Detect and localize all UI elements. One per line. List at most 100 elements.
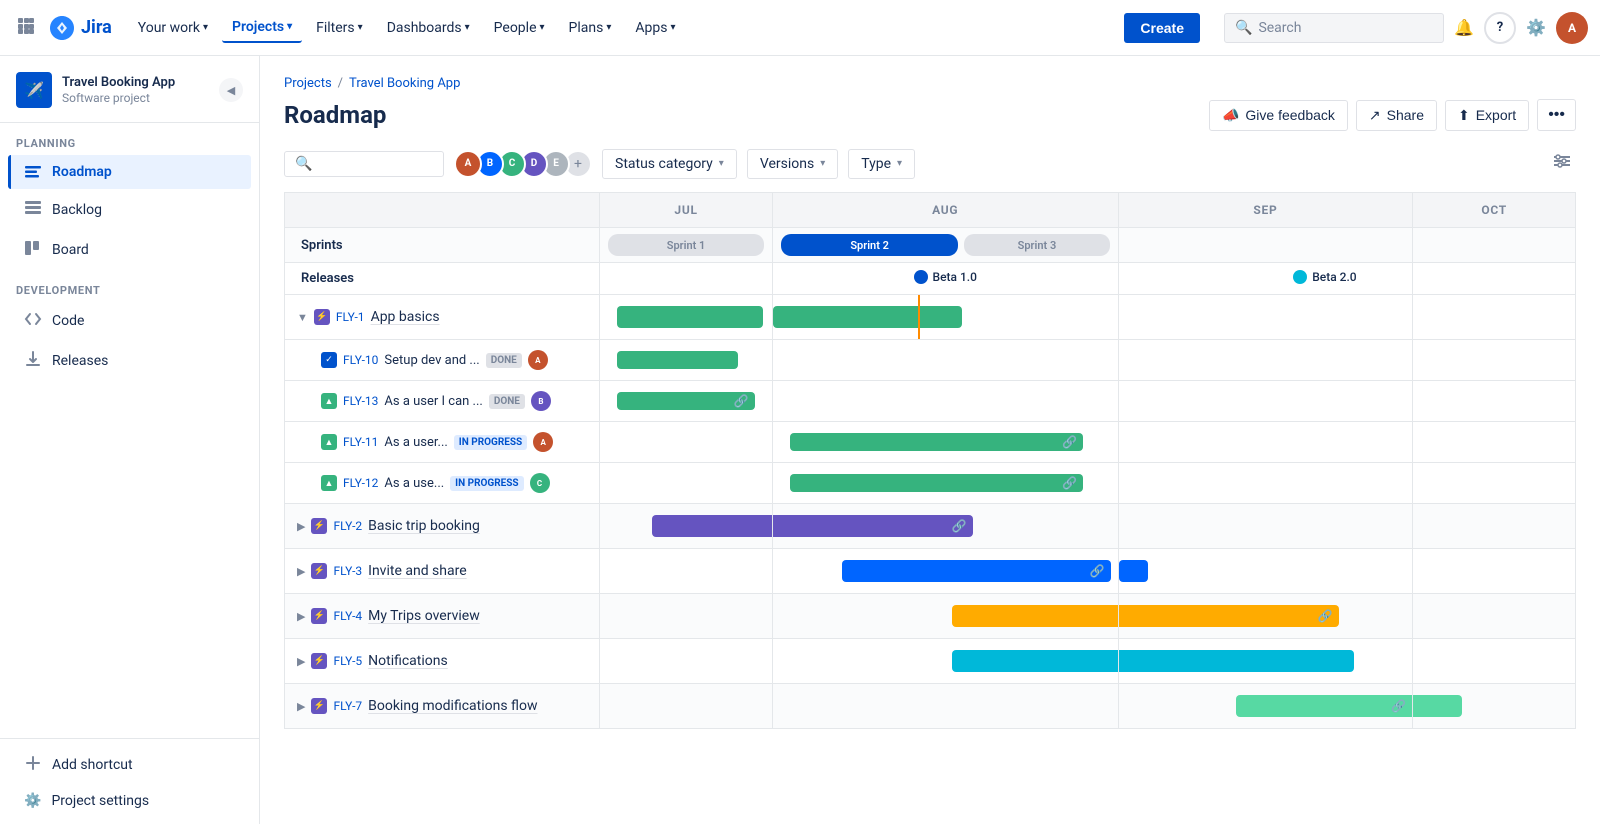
share-icon: ↗ <box>1369 107 1381 124</box>
backlog-icon <box>24 199 42 221</box>
table-row: ▲ FLY-13 As a user I can ... DONE B <box>285 381 1576 422</box>
board-icon <box>24 239 42 261</box>
type-filter[interactable]: Type ▾ <box>848 149 915 179</box>
fly7-name: Booking modifications flow <box>368 698 537 714</box>
fly5-id[interactable]: FLY-5 <box>333 654 362 668</box>
fly11-status: IN PROGRESS <box>454 435 527 450</box>
month-oct: OCT <box>1413 193 1576 228</box>
fly1-expand-icon[interactable]: ▼ <box>297 311 308 324</box>
nav-plans[interactable]: Plans ▾ <box>559 14 622 42</box>
code-icon <box>24 310 42 332</box>
app-grid-icon[interactable] <box>12 12 40 44</box>
fly3-id[interactable]: FLY-3 <box>333 564 362 578</box>
view-settings-icon[interactable] <box>1548 147 1576 180</box>
fly1-id[interactable]: FLY-1 <box>336 310 365 324</box>
fly10-avatar: A <box>528 350 548 370</box>
fly1-bar-aug[interactable] <box>773 306 963 328</box>
search-placeholder: Search <box>1258 20 1301 36</box>
fly11-name: As a user... <box>384 435 447 450</box>
search-filter[interactable]: 🔍 <box>284 151 444 177</box>
fly7-expand-icon[interactable]: ▶ <box>297 700 305 713</box>
sidebar-item-code[interactable]: Code <box>8 302 251 340</box>
month-jul: JUL <box>600 193 773 228</box>
sprint-3-bar[interactable]: Sprint 3 <box>964 234 1109 256</box>
fly10-id[interactable]: FLY-10 <box>343 353 378 367</box>
sidebar-item-backlog[interactable]: Backlog <box>8 191 251 229</box>
fly11-id[interactable]: FLY-11 <box>343 435 378 449</box>
roadmap-icon <box>24 163 42 181</box>
nav-apps[interactable]: Apps ▾ <box>625 14 685 42</box>
status-category-filter[interactable]: Status category ▾ <box>602 149 737 179</box>
user-avatar[interactable]: A <box>1556 12 1588 44</box>
sidebar-collapse-button[interactable]: ◀ <box>219 78 243 102</box>
jira-logo[interactable]: Jira <box>48 14 112 42</box>
avatar-1[interactable]: A <box>454 150 482 178</box>
fly7-bar-oct[interactable] <box>1413 695 1462 717</box>
beta-2-release[interactable]: Beta 2.0 <box>1293 270 1356 284</box>
breadcrumb-project[interactable]: Travel Booking App <box>349 76 460 91</box>
fly4-bar-start[interactable] <box>952 605 1117 627</box>
fly4-bar-sep[interactable]: 🔗 <box>1119 605 1339 627</box>
sidebar-item-releases[interactable]: Releases <box>8 342 251 380</box>
fly5-bar-sep[interactable] <box>1119 650 1354 672</box>
sidebar-item-add-shortcut[interactable]: Add shortcut <box>8 746 251 784</box>
fly12-type-icon: ▲ <box>321 475 337 491</box>
page-title: Roadmap <box>284 101 386 129</box>
table-row: ▶ ⚡ FLY-2 Basic trip booking <box>285 504 1576 549</box>
search-bar[interactable]: 🔍 Search <box>1224 13 1444 43</box>
fly7-id[interactable]: FLY-7 <box>333 699 362 713</box>
notifications-button[interactable]: 🔔 <box>1448 12 1480 44</box>
fly3-bar-sep[interactable] <box>1119 560 1148 582</box>
fly3-expand-icon[interactable]: ▶ <box>297 565 305 578</box>
fly2-expand-icon[interactable]: ▶ <box>297 520 305 533</box>
fly10-bar[interactable] <box>617 351 737 369</box>
fly13-bar[interactable]: 🔗 <box>617 392 754 410</box>
fly4-expand-icon[interactable]: ▶ <box>297 610 305 623</box>
fly5-bar-start[interactable] <box>952 650 1117 672</box>
settings-button[interactable]: ⚙️ <box>1520 12 1552 44</box>
fly2-bar-aug[interactable]: 🔗 <box>773 515 973 537</box>
fly13-type-icon: ▲ <box>321 393 337 409</box>
fly2-bar-jul[interactable] <box>652 515 772 537</box>
fly11-bar[interactable]: 🔗 <box>790 433 1083 451</box>
fly10-type-icon: ✓ <box>321 352 337 368</box>
sprints-label: Sprints <box>285 228 600 263</box>
nav-projects[interactable]: Projects ▾ <box>222 13 302 43</box>
fly12-bar[interactable]: 🔗 <box>790 474 1083 492</box>
export-button[interactable]: ⬆ Export <box>1445 100 1529 131</box>
sprint-1-bar[interactable]: Sprint 1 <box>608 234 764 256</box>
feedback-icon: 📣 <box>1222 107 1239 124</box>
nav-dashboards[interactable]: Dashboards ▾ <box>377 14 480 42</box>
help-button[interactable]: ? <box>1484 12 1516 44</box>
nav-your-work[interactable]: Your work ▾ <box>128 14 218 42</box>
planning-section-label: PLANNING <box>0 123 259 154</box>
sidebar-item-roadmap[interactable]: Roadmap <box>8 155 251 189</box>
table-row: ▶ ⚡ FLY-3 Invite and share � <box>285 549 1576 594</box>
fly13-status: DONE <box>489 394 525 409</box>
nav-filters[interactable]: Filters ▾ <box>306 14 373 42</box>
fly1-bar[interactable] <box>617 306 763 328</box>
versions-filter[interactable]: Versions ▾ <box>747 149 838 179</box>
share-button[interactable]: ↗ Share <box>1356 100 1437 131</box>
fly10-name: Setup dev and ... <box>384 353 479 368</box>
sprint-2-bar[interactable]: Sprint 2 <box>781 234 958 256</box>
fly3-bar[interactable]: 🔗 <box>842 560 1111 582</box>
nav-people[interactable]: People ▾ <box>484 14 555 42</box>
fly13-avatar: B <box>531 391 551 411</box>
fly4-id[interactable]: FLY-4 <box>333 609 362 623</box>
give-feedback-button[interactable]: 📣 Give feedback <box>1209 100 1348 131</box>
sidebar-item-project-settings[interactable]: ⚙️ Project settings <box>8 785 251 817</box>
fly7-type-icon: ⚡ <box>311 698 327 714</box>
more-options-button[interactable]: ••• <box>1537 99 1576 131</box>
fly13-id[interactable]: FLY-13 <box>343 394 378 408</box>
month-sep: SEP <box>1118 193 1413 228</box>
fly2-id[interactable]: FLY-2 <box>333 519 362 533</box>
sidebar-item-board[interactable]: Board <box>8 231 251 269</box>
create-button[interactable]: Create <box>1124 13 1200 43</box>
breadcrumb-projects[interactable]: Projects <box>284 76 332 91</box>
fly10-status: DONE <box>486 353 522 368</box>
fly12-id[interactable]: FLY-12 <box>343 476 378 490</box>
beta-1-release[interactable]: Beta 1.0 <box>914 270 977 284</box>
fly7-bar-start[interactable]: 🔗 <box>1236 695 1412 717</box>
fly5-expand-icon[interactable]: ▶ <box>297 655 305 668</box>
